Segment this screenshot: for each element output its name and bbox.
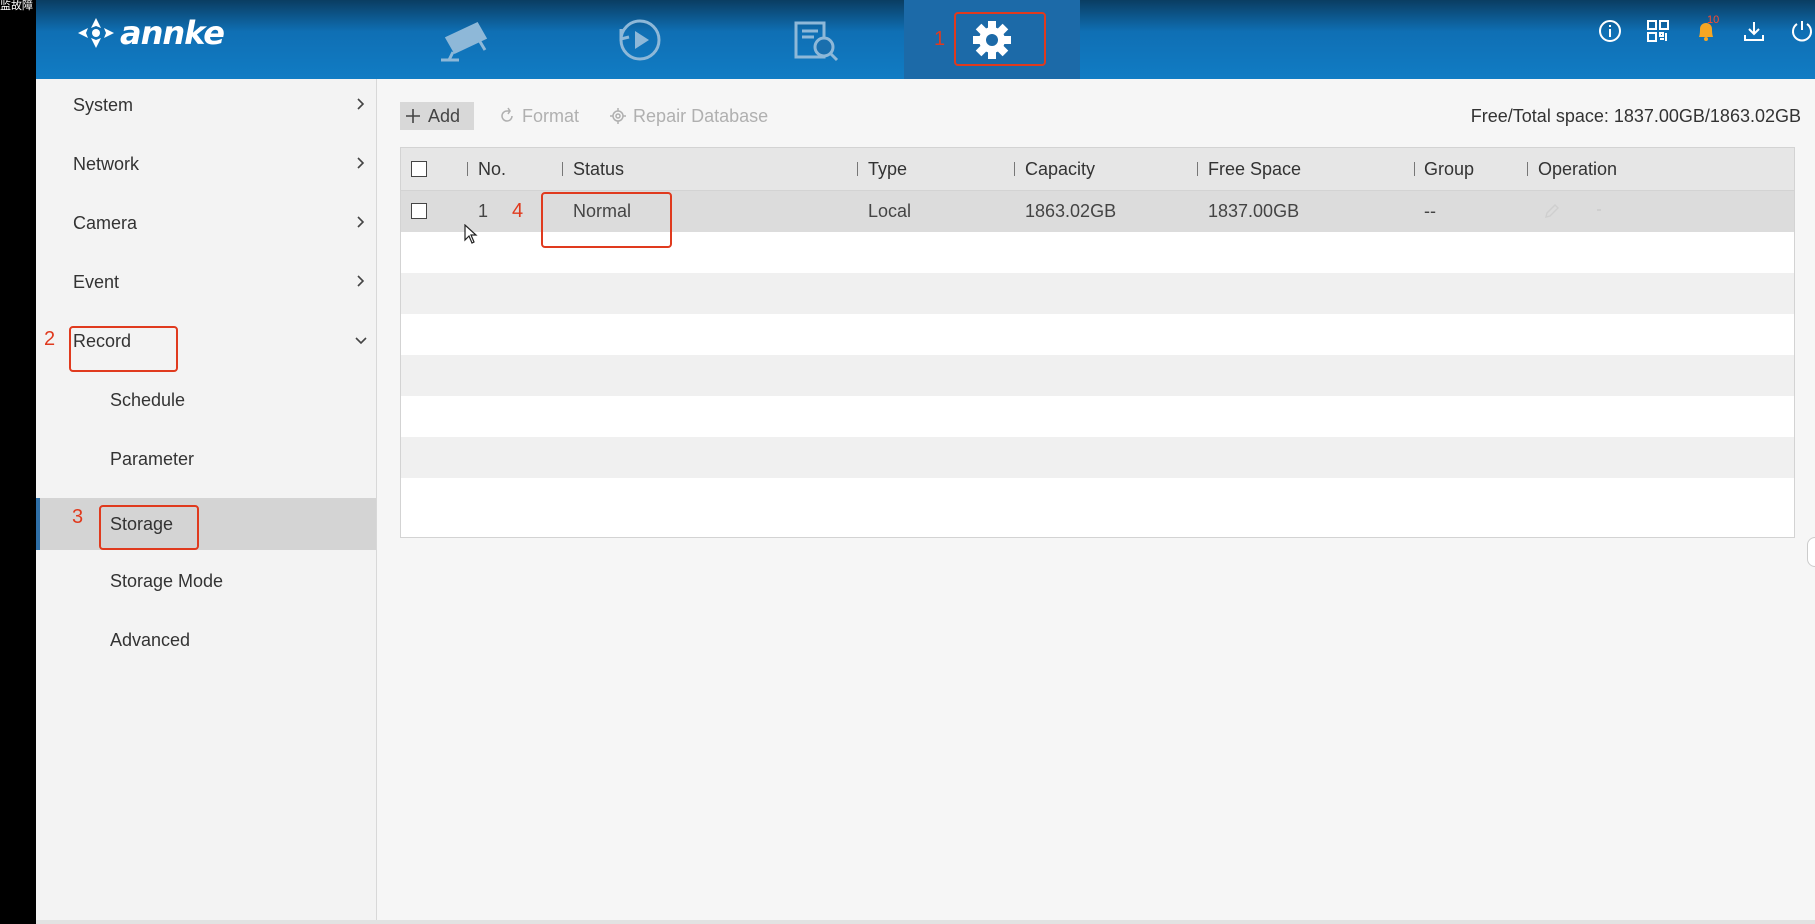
download-icon[interactable] (1741, 18, 1767, 44)
sidebar-item-label: Advanced (110, 629, 191, 650)
column-header-status: Status (573, 159, 625, 179)
cell-group: -- (1424, 201, 1436, 221)
search-icon (794, 21, 839, 61)
table-row-empty (401, 273, 1794, 314)
column-separator (1527, 162, 1528, 176)
column-separator (1414, 162, 1415, 176)
format-button-label: Format (522, 105, 580, 126)
sidebar-item-label: Parameter (110, 448, 195, 469)
sidebar-item-label: System (73, 94, 134, 115)
repair-database-button[interactable]: Repair Database (603, 102, 774, 130)
sidebar-item-label: Storage Mode (110, 570, 224, 591)
power-icon[interactable] (1789, 18, 1815, 44)
chevron-right-icon (357, 275, 365, 287)
chevron-right-icon (357, 98, 365, 110)
free-total-space-text: Free/Total space: 1837.00GB/1863.02GB (1470, 106, 1801, 126)
column-header-no: No. (478, 159, 507, 179)
cell-capacity: 1863.02GB (1025, 201, 1117, 221)
cell-no: 1 (478, 201, 489, 221)
repair-database-label: Repair Database (633, 105, 769, 126)
annotation-number-1: 1 (934, 28, 946, 50)
table-row-empty (401, 437, 1794, 478)
row-checkbox[interactable] (411, 203, 427, 219)
operation-divider (1597, 209, 1601, 211)
logo: annke (76, 14, 225, 52)
chevron-right-icon (357, 157, 365, 169)
sidebar: System Network Camera Event Record Sched… (36, 79, 377, 924)
notification-count-badge: 10 (1707, 14, 1720, 26)
column-header-free-space: Free Space (1208, 159, 1302, 179)
sidebar-item-label: Schedule (110, 389, 186, 410)
annotation-box-4 (541, 192, 672, 248)
playback-icon (619, 19, 661, 60)
side-scroll-handle[interactable] (1807, 537, 1815, 567)
column-header-group: Group (1424, 159, 1475, 179)
annotation-number-3: 3 (72, 506, 84, 528)
sidebar-item-parameter[interactable]: Parameter (36, 433, 376, 485)
sidebar-item-label: Camera (73, 212, 138, 233)
annotation-box-2 (69, 326, 178, 372)
notification-bell-icon[interactable]: 10 (1693, 14, 1719, 44)
sidebar-item-storage-mode[interactable]: Storage Mode (36, 555, 376, 607)
column-separator (467, 162, 468, 176)
select-all-checkbox[interactable] (411, 161, 427, 177)
sidebar-item-label: Event (73, 271, 120, 292)
table-row-empty (401, 478, 1794, 519)
nav-tab-live-view[interactable] (376, 0, 552, 79)
mouse-cursor-icon (464, 224, 478, 244)
column-separator (562, 162, 563, 176)
top-right-toolbar: 10 (1597, 14, 1815, 44)
column-header-type: Type (868, 159, 908, 179)
table-row-empty (401, 314, 1794, 355)
refresh-icon (501, 107, 513, 122)
edit-icon[interactable] (1543, 202, 1561, 220)
storage-toolbar: Add Format Repair Database (400, 102, 774, 130)
camera-live-view-icon (441, 21, 488, 61)
sidebar-item-system[interactable]: System (36, 79, 376, 131)
table-row-empty (401, 396, 1794, 437)
sidebar-item-schedule[interactable]: Schedule (36, 374, 376, 426)
nav-tab-playback[interactable] (552, 0, 728, 79)
column-header-operation: Operation (1538, 159, 1618, 179)
sidebar-item-label: Network (73, 153, 140, 174)
sidebar-item-network[interactable]: Network (36, 138, 376, 190)
add-button-label: Add (428, 105, 461, 126)
table-header: No. Status Type Capacity Free Space Grou… (401, 148, 1794, 191)
chevron-right-icon (357, 216, 365, 228)
column-separator (1014, 162, 1015, 176)
cell-type: Local (868, 201, 912, 221)
annotation-number-4: 4 (512, 200, 524, 222)
sidebar-item-advanced[interactable]: Advanced (36, 614, 376, 666)
info-icon[interactable] (1597, 18, 1623, 44)
top-navigation-bar: annke 10 (36, 0, 1815, 79)
logo-mark-icon (78, 18, 114, 48)
add-button[interactable]: Add (400, 102, 475, 130)
column-separator (1197, 162, 1198, 176)
sidebar-item-event[interactable]: Event (36, 256, 376, 308)
plus-icon (406, 109, 420, 123)
qr-code-icon[interactable] (1645, 18, 1671, 44)
logo-text: annke (120, 14, 225, 52)
app-window: annke 10 System Network Camera Event Rec… (36, 0, 1815, 924)
table-row-empty (401, 355, 1794, 396)
format-button[interactable]: Format (492, 102, 585, 130)
cell-free-space: 1837.00GB (1208, 201, 1300, 221)
column-separator (857, 162, 858, 176)
sidebar-item-camera[interactable]: Camera (36, 197, 376, 249)
nav-tab-search[interactable] (728, 0, 904, 79)
annotation-box-1 (954, 12, 1046, 66)
corner-text: 监故障 (0, 0, 33, 12)
chevron-down-icon (355, 337, 367, 345)
sidebar-item-storage[interactable]: Storage (36, 498, 376, 550)
annotation-box-3 (99, 505, 199, 550)
bottom-border (36, 920, 1815, 924)
column-header-capacity: Capacity (1025, 159, 1096, 179)
annotation-number-2: 2 (44, 328, 56, 350)
gear-icon (610, 108, 627, 124)
